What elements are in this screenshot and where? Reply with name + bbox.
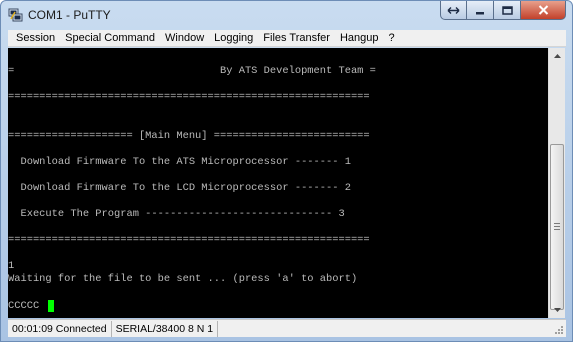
terminal-line: ==================== [Main Menu] =======…: [8, 130, 370, 142]
terminal-line: = By ATS Development Team =: [8, 65, 376, 77]
minimize-button[interactable]: [467, 1, 494, 20]
resize-grip-icon[interactable]: [554, 325, 564, 335]
terminal-cursor: [48, 300, 54, 312]
putty-icon[interactable]: [8, 8, 23, 22]
scroll-thumb[interactable]: [550, 144, 564, 310]
close-button[interactable]: [521, 1, 566, 20]
caption-buttons: [440, 1, 566, 21]
arrow-up-icon: [553, 54, 561, 58]
menu-files-transfer[interactable]: Files Transfer: [258, 30, 335, 47]
terminal-screen[interactable]: = By ATS Development Team = ============…: [8, 48, 548, 318]
terminal-line: CCCCC: [8, 300, 40, 312]
thumb-grip-line: [554, 226, 560, 227]
menu-hangup[interactable]: Hangup: [335, 30, 384, 47]
title-bar[interactable]: COM1 - PuTTY: [1, 1, 572, 29]
connection-status: 00:01:09 Connected: [8, 320, 112, 337]
thumb-grip-line: [554, 223, 560, 224]
close-icon: [538, 5, 548, 15]
thumb-grip-line: [554, 229, 560, 230]
arrow-down-icon: [553, 308, 561, 312]
scroll-up-button[interactable]: [549, 48, 565, 64]
maximize-icon: [501, 5, 513, 15]
terminal-line: Download Firmware To the LCD Microproces…: [8, 182, 351, 194]
restore-down-icon: [447, 6, 460, 14]
terminal-line: 1: [8, 260, 15, 272]
menu-special-command[interactable]: Special Command: [60, 30, 160, 47]
menu-window[interactable]: Window: [160, 30, 209, 47]
terminal-line: Download Firmware To the ATS Microproces…: [8, 156, 351, 168]
vertical-scrollbar[interactable]: [548, 48, 565, 318]
serial-settings: SERIAL/38400 8 N 1: [112, 320, 219, 337]
menu-help[interactable]: ?: [383, 30, 399, 47]
menu-session[interactable]: Session: [11, 30, 60, 47]
menu-logging[interactable]: Logging: [209, 30, 258, 47]
menu-bar: Session Special Command Window Logging F…: [8, 30, 566, 47]
window-title: COM1 - PuTTY: [28, 8, 111, 22]
terminal-line: ========================================…: [8, 234, 370, 246]
scroll-down-button[interactable]: [549, 302, 565, 318]
status-bar: 00:01:09 Connected SERIAL/38400 8 N 1: [8, 319, 566, 337]
putty-window: COM1 - PuTTY Session Special Command Win…: [0, 0, 573, 342]
maximize-button[interactable]: [494, 1, 521, 20]
minimize-icon: [476, 11, 484, 14]
terminal-line: Execute The Program --------------------…: [8, 208, 345, 220]
terminal-line: Waiting for the file to be sent ... (pre…: [8, 273, 358, 285]
restore-button[interactable]: [440, 1, 467, 20]
terminal-line: ========================================…: [8, 91, 370, 103]
